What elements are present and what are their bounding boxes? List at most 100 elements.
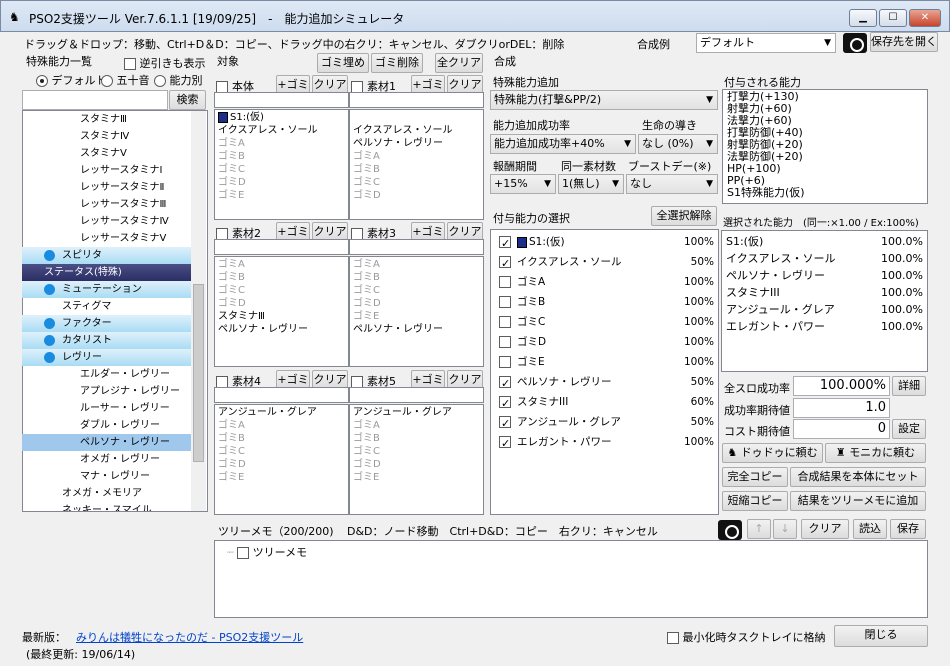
list-item[interactable]: カタリスト (22, 332, 206, 349)
ability-row[interactable]: アンジュール・グレア 50% (491, 412, 718, 432)
reverse-checkbox[interactable] (124, 58, 136, 70)
slot-name-field[interactable] (349, 387, 484, 403)
slot-abilities[interactable]: アンジュール・グレア ゴミA ゴミB ゴミC ゴミD ゴミE (214, 404, 349, 515)
memo-node-checkbox[interactable] (237, 547, 250, 559)
ability-row[interactable]: ゴミC 100% (491, 312, 718, 332)
list-item[interactable]: マナ・レヴリー (22, 468, 206, 485)
sort-ability-radio[interactable] (154, 75, 166, 87)
list-item[interactable]: ダブル・レヴリー (22, 417, 206, 434)
list-item[interactable]: スタミナⅣ (22, 128, 206, 145)
ability-checkbox[interactable] (499, 234, 511, 252)
reverse-toggle[interactable]: 逆引きも表示 (124, 55, 206, 71)
detail-button[interactable]: 詳細 (892, 376, 926, 396)
list-item[interactable]: レッサースタミナⅣ (22, 213, 206, 230)
list-item[interactable]: スタミナⅢ (22, 111, 206, 128)
ability-row[interactable]: エレガント・パワー 100% (491, 432, 718, 452)
ability-row[interactable]: S1:(仮) 100% (491, 232, 718, 252)
close-window-button[interactable]: ✕ (909, 9, 941, 27)
select-list[interactable]: S1:(仮)100%イクスアレス・ソール50%ゴミA100%ゴミB100%ゴミC… (490, 229, 719, 515)
list-item[interactable]: オメガ・レヴリー (22, 451, 206, 468)
list-item[interactable]: ネッキー・スマイル (22, 502, 206, 511)
latest-link[interactable]: みりんは犠牲になったのだ - PSO2支援ツール (76, 629, 303, 645)
ability-row[interactable]: イクスアレス・ソール 50% (491, 252, 718, 272)
ability-row[interactable]: ゴミE 100% (491, 352, 718, 372)
example-select[interactable]: デフォルト ▼ (696, 33, 836, 53)
list-item[interactable]: レッサースタミナⅢ (22, 196, 206, 213)
move-down-button[interactable]: ↓ (773, 519, 797, 539)
ability-checkbox[interactable] (499, 276, 511, 288)
ability-checkbox[interactable] (499, 394, 511, 412)
slot-abilities[interactable]: S1:(仮) イクスアレス・ソール ゴミA ゴミB ゴミC ゴミD ゴミE (214, 109, 349, 220)
memo-save-button[interactable]: 保存 (890, 519, 926, 539)
set-result-body-button[interactable]: 合成結果を本体にセット (790, 467, 926, 487)
list-item[interactable]: レッサースタミナⅤ (22, 230, 206, 247)
ability-checkbox[interactable] (499, 316, 511, 328)
ability-checkbox[interactable] (499, 414, 511, 432)
tray-checkbox[interactable] (667, 632, 679, 644)
list-item[interactable]: ルーサー・レヴリー (22, 400, 206, 417)
ability-checkbox[interactable] (499, 296, 511, 308)
ability-checkbox[interactable] (499, 356, 511, 368)
special-tree[interactable]: スタミナⅢ スタミナⅣ スタミナⅤ レッサースタミナⅠ レッサースタミナⅡ レッサースタミ… (22, 111, 206, 511)
slot-name-field[interactable] (349, 239, 484, 255)
list-item[interactable]: ファクター (22, 315, 206, 332)
select-all-clear-button[interactable]: 全選択解除 (651, 206, 717, 226)
slot-abilities[interactable]: アンジュール・グレア ゴミA ゴミB ゴミC ゴミD ゴミE (349, 404, 484, 515)
ability-checkbox[interactable] (499, 254, 511, 272)
sort-ability[interactable]: 能力別 (154, 72, 203, 88)
boost-select[interactable]: なし ▼ (626, 174, 718, 194)
slot-name-field[interactable] (214, 387, 349, 403)
list-item[interactable]: ペルソナ・レヴリー (22, 434, 206, 451)
list-item[interactable]: レッサースタミナⅠ (22, 162, 206, 179)
memo-load-button[interactable]: 読込 (853, 519, 887, 539)
ability-checkbox[interactable] (499, 336, 511, 348)
rate-select[interactable]: 能力追加成功率+40% ▼ (490, 134, 636, 154)
ability-row[interactable]: ペルソナ・レヴリー 50% (491, 372, 718, 392)
open-save-dir-button[interactable]: 保存先を開く (870, 32, 938, 52)
sort-kana[interactable]: 五十音 (101, 72, 150, 88)
move-up-button[interactable]: ↑ (747, 519, 771, 539)
short-copy-button[interactable]: 短縮コピー (722, 491, 788, 511)
slot-abilities[interactable]: イクスアレス・ソール ペルソナ・レヴリー ゴミA ゴミB ゴミC ゴミD (349, 109, 484, 220)
list-item[interactable]: オメガ・メモリア (22, 485, 206, 502)
ask-monica-button[interactable]: ♜ モニカに頼む (825, 443, 926, 463)
list-item[interactable]: エルダー・レヴリー (22, 366, 206, 383)
tray-toggle[interactable]: 最小化時タスクトレイに格納 (667, 629, 826, 645)
full-copy-button[interactable]: 完全コピー (722, 467, 788, 487)
ability-checkbox[interactable] (499, 374, 511, 392)
list-item[interactable]: レッサースタミナⅡ (22, 179, 206, 196)
ability-row[interactable]: スタミナIII 60% (491, 392, 718, 412)
add-to-memo-button[interactable]: 結果をツリーメモに追加 (790, 491, 926, 511)
ability-row[interactable]: ゴミD 100% (491, 332, 718, 352)
slot-name-field[interactable] (214, 239, 349, 255)
search-button[interactable]: 検索 (169, 90, 206, 110)
list-item[interactable]: ステータス(特殊) (22, 264, 206, 281)
list-item[interactable]: レヴリー (22, 349, 206, 366)
same-select[interactable]: 1(無し) ▼ (558, 174, 624, 194)
search-input[interactable] (22, 90, 168, 110)
memo-clear-button[interactable]: クリア (801, 519, 849, 539)
minimize-button[interactable]: ▁ (849, 9, 877, 27)
slot-abilities[interactable]: ゴミA ゴミB ゴミC ゴミD スタミナⅢ ペルソナ・レヴリー (214, 256, 349, 367)
sort-default[interactable]: デフォルト (36, 72, 107, 88)
maximize-button[interactable]: ☐ (879, 9, 907, 27)
camera-icon[interactable] (718, 520, 742, 540)
settings-button[interactable]: 設定 (892, 419, 926, 439)
clear-all-button[interactable]: 全クリア (435, 53, 483, 73)
ability-row[interactable]: ゴミB 100% (491, 292, 718, 312)
list-item[interactable]: アプレジナ・レヴリー (22, 383, 206, 400)
ability-row[interactable]: ゴミA 100% (491, 272, 718, 292)
trash-delete-button[interactable]: ゴミ削除 (371, 53, 423, 73)
memo-node[interactable]: ┈ ツリーメモ (227, 544, 307, 560)
sort-kana-radio[interactable] (101, 75, 113, 87)
list-item[interactable]: スピリタ (22, 247, 206, 264)
camera-icon[interactable] (843, 33, 867, 53)
slot-abilities[interactable]: ゴミA ゴミB ゴミC ゴミD ゴミE ペルソナ・レヴリー (349, 256, 484, 367)
memo-tree[interactable]: ┈ ツリーメモ (214, 540, 928, 618)
slot-name-field[interactable] (349, 92, 484, 108)
ask-dodo-button[interactable]: ♞ ドゥドゥに頼む (722, 443, 823, 463)
special-add-select[interactable]: 特殊能力(打撃&PP/2) ▼ (490, 90, 718, 110)
tree-scroll-thumb[interactable] (193, 284, 204, 462)
list-item[interactable]: スタミナⅤ (22, 145, 206, 162)
ability-checkbox[interactable] (499, 434, 511, 452)
